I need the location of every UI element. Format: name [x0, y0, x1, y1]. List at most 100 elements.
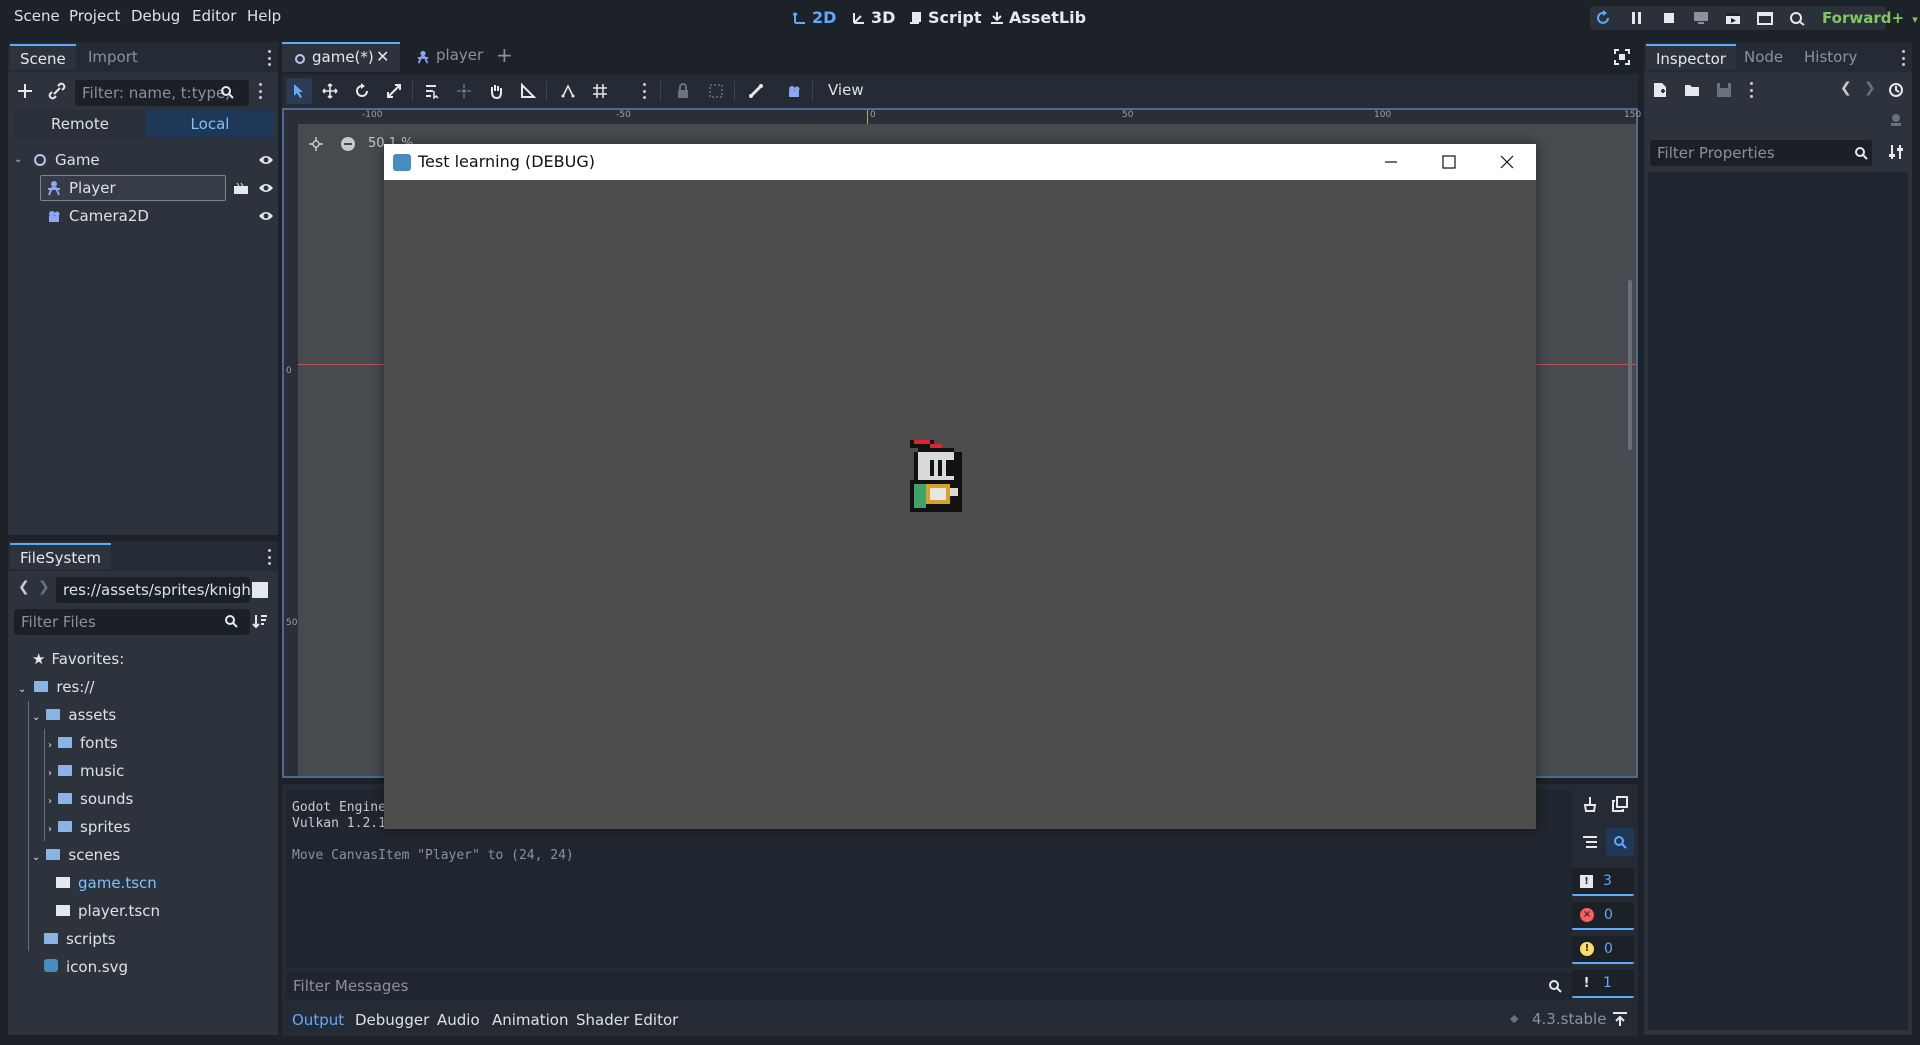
link-icon[interactable]: [48, 82, 66, 100]
tab-player-scene[interactable]: player: [406, 42, 502, 72]
reload-icon[interactable]: [1595, 10, 1613, 26]
clear-output-icon[interactable]: [1582, 796, 1598, 812]
folder-scenes[interactable]: ⌄ scenes: [32, 841, 120, 869]
vertical-scrollbar[interactable]: [1628, 280, 1632, 450]
workspace-script-button[interactable]: Script: [909, 0, 981, 36]
history-forward-icon[interactable]: ❯: [1864, 80, 1876, 96]
file-game-tscn[interactable]: game.tscn: [56, 869, 157, 897]
game-debug-window[interactable]: Test learning (DEBUG): [384, 144, 1536, 829]
folder-music[interactable]: › music: [48, 757, 124, 785]
tab-animation[interactable]: Animation: [492, 1010, 568, 1030]
center-view-icon[interactable]: [308, 136, 324, 152]
new-resource-icon[interactable]: [1652, 82, 1668, 98]
run-specific-scene-icon[interactable]: [1756, 10, 1774, 26]
camera-override-icon[interactable]: [786, 83, 802, 99]
game-viewport[interactable]: [384, 180, 1536, 829]
folder-fonts[interactable]: › fonts: [48, 729, 118, 757]
menu-editor[interactable]: Editor: [192, 0, 236, 32]
folder-res[interactable]: ⌄ res://: [18, 673, 94, 701]
warning-count-toggle[interactable]: ! 0: [1572, 936, 1634, 964]
scene-node-camera2d[interactable]: Camera2D: [46, 202, 274, 230]
smart-snap-icon[interactable]: [560, 83, 576, 99]
workspace-assetlib-button[interactable]: AssetLib: [990, 0, 1086, 36]
history-back-icon[interactable]: ❮: [1840, 80, 1852, 96]
remote-debug-icon[interactable]: [1692, 10, 1710, 26]
group-icon[interactable]: [708, 83, 724, 99]
error-count-toggle[interactable]: × 0: [1572, 902, 1634, 930]
sort-icon[interactable]: [252, 613, 268, 629]
tab-shader-editor[interactable]: Shader Editor: [576, 1010, 678, 1030]
save-icon[interactable]: [1716, 82, 1732, 98]
ruler-icon[interactable]: [520, 83, 536, 99]
renderer-select[interactable]: Forward+ ▾: [1822, 0, 1918, 36]
tab-history[interactable]: History: [1794, 44, 1867, 70]
scale-icon[interactable]: [386, 83, 402, 99]
visibility-eye-icon[interactable]: [258, 182, 274, 194]
select-arrow-icon[interactable]: [292, 83, 306, 99]
filter-properties-input[interactable]: Filter Properties: [1650, 140, 1872, 166]
snap-options-icon[interactable]: [641, 83, 647, 99]
stop-icon[interactable]: [1660, 10, 1678, 26]
workspace-2d-button[interactable]: 2D: [793, 0, 836, 36]
folder-sounds[interactable]: › sounds: [48, 785, 133, 813]
menu-help[interactable]: Help: [247, 0, 281, 32]
run-current-scene-icon[interactable]: [1724, 10, 1742, 26]
update-spinner-icon[interactable]: ◆: [1510, 1012, 1518, 1025]
workspace-3d-button[interactable]: 3D: [852, 0, 895, 36]
scene-node-game[interactable]: ⌄ Game: [14, 146, 274, 174]
tab-output[interactable]: Output: [292, 1010, 344, 1030]
scene-filter-menu-icon[interactable]: [257, 83, 263, 99]
menu-scene[interactable]: Scene: [14, 0, 60, 32]
add-node-icon[interactable]: [16, 82, 34, 100]
minimize-icon[interactable]: [1384, 155, 1398, 169]
folder-scripts[interactable]: scripts: [44, 925, 116, 953]
movie-maker-icon[interactable]: [1788, 10, 1806, 26]
pivot-icon[interactable]: [456, 83, 472, 99]
expand-panel-icon[interactable]: [1612, 1011, 1628, 1027]
tab-audio[interactable]: Audio: [437, 1010, 480, 1030]
back-arrow-icon[interactable]: ❮: [18, 579, 30, 595]
pause-icon[interactable]: [1628, 10, 1646, 26]
message-count-toggle[interactable]: ! 3: [1572, 868, 1634, 896]
visibility-eye-icon[interactable]: [258, 210, 274, 222]
open-scene-icon[interactable]: [233, 181, 249, 195]
forward-arrow-icon[interactable]: ❯: [38, 579, 50, 595]
scene-node-player[interactable]: Player: [46, 174, 274, 202]
grid-snap-icon[interactable]: [592, 83, 608, 99]
add-tab-icon[interactable]: +: [496, 43, 513, 67]
maximize-icon[interactable]: [1442, 155, 1456, 169]
property-icon[interactable]: [1888, 112, 1904, 128]
tab-node[interactable]: Node: [1734, 44, 1793, 70]
tools-icon[interactable]: [1888, 144, 1904, 160]
view-menu[interactable]: View: [828, 81, 864, 99]
pan-hand-icon[interactable]: [488, 83, 504, 99]
inspector-options-icon[interactable]: [1748, 82, 1754, 98]
lock-icon[interactable]: [676, 83, 690, 99]
open-folder-icon[interactable]: [1684, 82, 1700, 98]
copy-icon[interactable]: [1612, 796, 1628, 812]
file-icon-svg[interactable]: icon.svg: [44, 953, 128, 981]
object-history-icon[interactable]: [1888, 82, 1904, 98]
tab-game-scene[interactable]: game(*) ✕: [282, 42, 400, 72]
remote-button[interactable]: Remote: [14, 110, 146, 138]
menu-debug[interactable]: Debug: [131, 0, 180, 32]
visibility-eye-icon[interactable]: [258, 154, 274, 166]
list-select-icon[interactable]: [424, 83, 440, 99]
favorites-row[interactable]: ★ Favorites:: [32, 645, 124, 673]
local-button[interactable]: Local: [146, 110, 274, 138]
rotate-icon[interactable]: [354, 83, 370, 99]
game-window-titlebar[interactable]: Test learning (DEBUG): [384, 144, 1536, 180]
close-icon[interactable]: [1500, 155, 1514, 169]
folder-sprites[interactable]: › sprites: [48, 813, 131, 841]
tab-import[interactable]: Import: [78, 44, 148, 70]
filesystem-menu-icon[interactable]: [266, 549, 272, 565]
close-icon[interactable]: ✕: [376, 47, 389, 66]
distraction-free-icon[interactable]: [1614, 49, 1630, 65]
tab-filesystem[interactable]: FileSystem: [10, 543, 112, 569]
bone-icon[interactable]: [748, 83, 764, 99]
zoom-out-icon[interactable]: [340, 136, 356, 152]
inspector-menu-icon[interactable]: [1900, 50, 1906, 66]
toggle-split-icon[interactable]: [252, 582, 268, 598]
collapse-icon[interactable]: [1582, 834, 1598, 850]
filesystem-path-input[interactable]: res://assets/sprites/knight.: [56, 577, 250, 603]
